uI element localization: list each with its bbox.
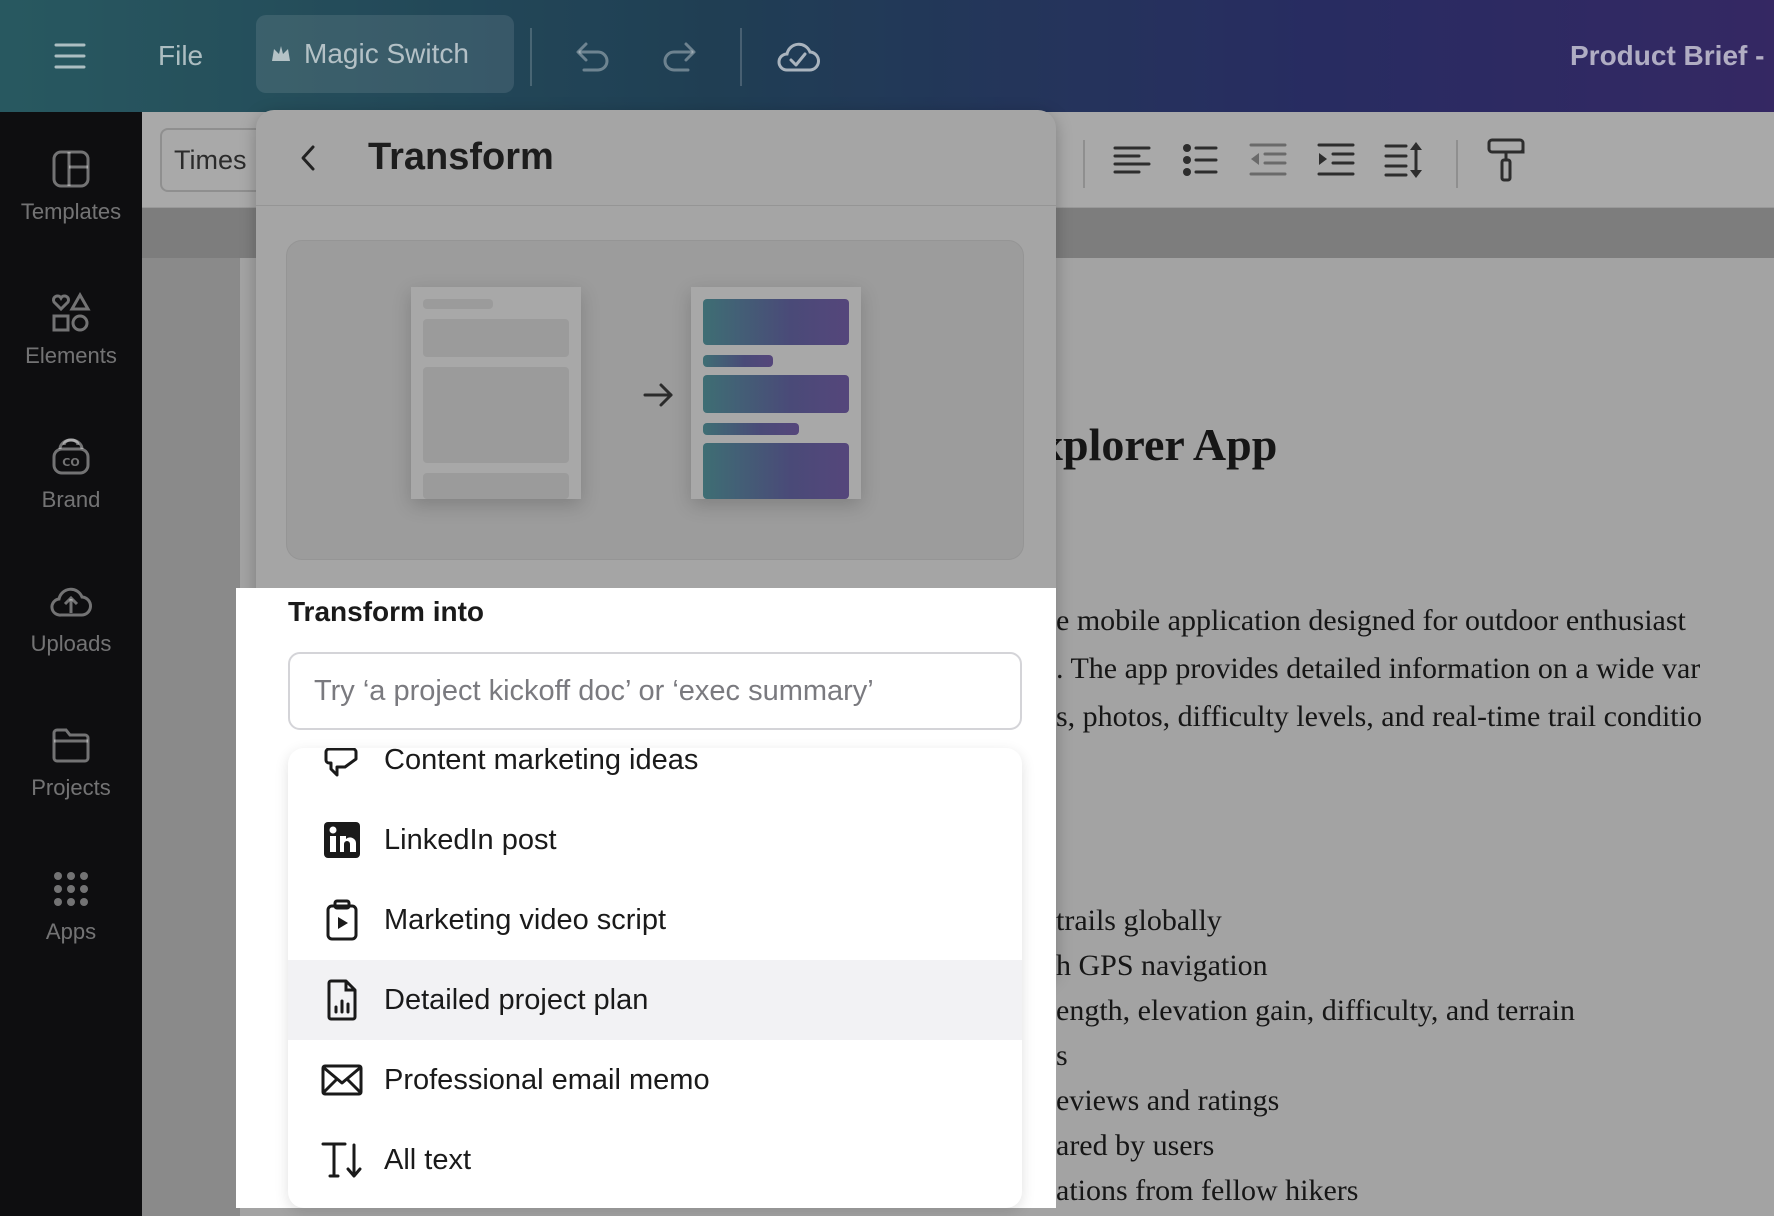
rail-item-label: Elements: [25, 343, 117, 368]
video-script-icon: [320, 898, 364, 942]
option-label: Content marketing ideas: [384, 748, 699, 776]
paint-format-icon[interactable]: [1484, 136, 1528, 184]
panel-title: Transform: [368, 136, 554, 178]
panel-header: Transform: [256, 110, 1056, 206]
option-professional-email-memo[interactable]: Professional email memo: [288, 1040, 1022, 1120]
document-bullet: ared by users: [1056, 1129, 1215, 1162]
option-detailed-project-plan[interactable]: Detailed project plan: [288, 960, 1022, 1040]
document-title[interactable]: Product Brief -: [1570, 0, 1764, 112]
document-paragraph-line: e mobile application designed for outdoo…: [1056, 604, 1686, 637]
document-bullet: s: [1056, 1039, 1068, 1072]
email-icon: [320, 1058, 364, 1102]
toolbar-divider: [1083, 140, 1085, 188]
magic-switch-label: Magic Switch: [304, 38, 469, 69]
megaphone-icon: [320, 748, 364, 782]
option-label: All text: [384, 1143, 472, 1176]
option-linkedin-post[interactable]: LinkedIn post: [288, 800, 1022, 880]
document-bullet: eviews and ratings: [1056, 1084, 1280, 1117]
rail-item-templates[interactable]: Templates: [0, 126, 142, 246]
top-bar: File Magic Switch Product Brief -: [0, 0, 1774, 112]
transform-preview: [286, 240, 1024, 560]
crown-icon: [272, 46, 290, 61]
rail-item-label: Uploads: [30, 631, 112, 656]
projects-icon: [52, 728, 90, 763]
document-bullet: trails globally: [1056, 904, 1222, 937]
magic-switch-button[interactable]: Magic Switch: [256, 15, 514, 93]
project-plan-icon: [320, 978, 364, 1022]
rail-item-label: Projects: [31, 775, 111, 800]
transform-options-list: Content marketing ideas LinkedIn post Ma…: [288, 748, 1022, 1208]
transform-into-label: Transform into: [288, 596, 485, 627]
bullet-list-icon[interactable]: [1178, 136, 1222, 184]
arrow-right-icon: [643, 381, 675, 414]
font-family-label: Times: [174, 144, 247, 175]
rail-item-uploads[interactable]: Uploads: [0, 558, 142, 678]
option-label: LinkedIn post: [384, 823, 557, 856]
document-paragraph-line: . The app provides detailed information …: [1056, 652, 1701, 685]
templates-icon: [52, 150, 90, 188]
elements-icon: [52, 291, 91, 332]
align-left-icon[interactable]: [1110, 136, 1154, 184]
decrease-indent-icon[interactable]: [1246, 136, 1290, 184]
brand-icon: CO: [52, 438, 90, 475]
svg-text:CO: CO: [62, 456, 79, 469]
document-heading: xplorer App: [1040, 419, 1278, 470]
increase-indent-icon[interactable]: [1314, 136, 1358, 184]
option-content-marketing-ideas[interactable]: Content marketing ideas: [288, 748, 1022, 800]
cloud-saved-icon[interactable]: [774, 0, 822, 112]
rail-item-label: Templates: [20, 199, 122, 224]
option-label: Detailed project plan: [384, 983, 649, 1016]
linkedin-icon: [320, 818, 364, 862]
toolbar-divider: [1456, 140, 1458, 188]
rail-item-label: Brand: [41, 487, 101, 512]
uploads-icon: [50, 587, 92, 617]
redo-icon[interactable]: [660, 0, 704, 112]
rail-item-label: Apps: [45, 919, 97, 944]
target-doc-thumbnail: [691, 287, 861, 499]
menu-icon[interactable]: [50, 0, 90, 112]
rail-item-apps[interactable]: Apps: [0, 846, 142, 966]
text-icon: [320, 1138, 364, 1182]
back-chevron-icon[interactable]: [286, 136, 330, 180]
undo-icon[interactable]: [568, 0, 612, 112]
file-menu-button[interactable]: File: [158, 0, 203, 112]
transform-into-input[interactable]: [288, 652, 1022, 730]
option-label: Professional email memo: [384, 1063, 710, 1096]
document-bullet: h GPS navigation: [1056, 949, 1268, 982]
rail-item-elements[interactable]: Elements: [0, 270, 142, 390]
source-doc-thumbnail: [411, 287, 581, 499]
apps-icon: [54, 872, 88, 906]
line-spacing-icon[interactable]: [1382, 136, 1426, 184]
document-bullet: ations from fellow hikers: [1056, 1174, 1359, 1207]
option-all-text[interactable]: All text: [288, 1120, 1022, 1200]
option-marketing-video-script[interactable]: Marketing video script: [288, 880, 1022, 960]
rail-item-brand[interactable]: CO Brand: [0, 414, 142, 534]
rail-item-projects[interactable]: Projects: [0, 702, 142, 822]
left-rail: Templates Elements CO Brand Uploads Proj…: [0, 112, 142, 1216]
option-label: Marketing video script: [384, 903, 667, 936]
document-bullet: ength, elevation gain, difficulty, and t…: [1056, 994, 1575, 1027]
document-paragraph-line: s, photos, difficulty levels, and real-t…: [1056, 700, 1702, 733]
